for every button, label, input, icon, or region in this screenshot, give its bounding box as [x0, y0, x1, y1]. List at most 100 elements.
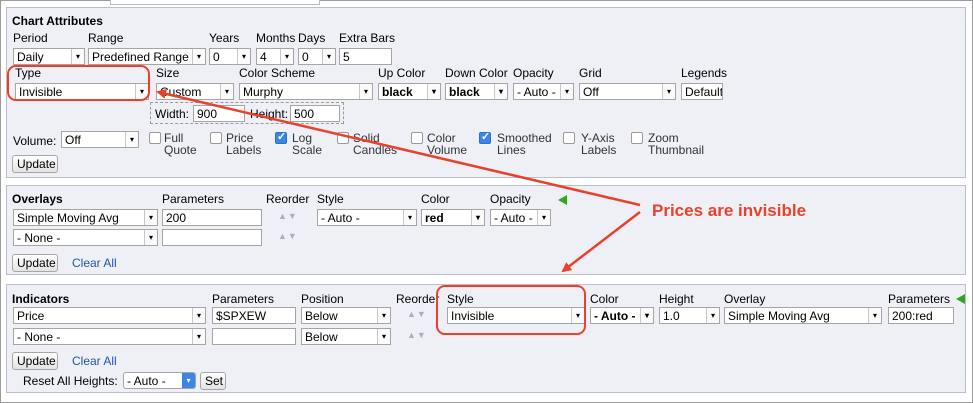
chart-attributes-panel: Chart Attributes Period Range Years Mont… [6, 7, 966, 178]
overlays-clear-all-link[interactable]: Clear All [72, 256, 117, 270]
indicator-2-position-value: Below [305, 330, 338, 344]
indicator-color-label: Color [590, 292, 619, 306]
add-indicator-icon[interactable] [956, 294, 965, 304]
indicators-clear-all-link[interactable]: Clear All [72, 354, 117, 368]
price-labels-label-2: Labels [226, 143, 262, 157]
add-overlay-icon[interactable] [558, 195, 567, 205]
volume-select[interactable]: Off ▾ [61, 131, 139, 148]
update-button[interactable]: Update [12, 155, 58, 173]
indicator-1-overlay-select[interactable]: Simple Moving Avg ▾ [724, 307, 882, 324]
legends-value: Default [685, 85, 723, 99]
opacity-value: - Auto - [517, 85, 556, 99]
height-input[interactable]: 500 [290, 105, 340, 122]
period-select[interactable]: Daily ▾ [13, 48, 85, 65]
chart-attributes-title: Chart Attributes [12, 14, 103, 28]
overlay-2-parameters-input[interactable] [162, 229, 262, 246]
chevron-down-icon: ▾ [706, 308, 719, 323]
top-input-edge [110, 0, 320, 5]
indicator-parameters-label: Parameters [212, 292, 275, 306]
width-label: Width: [155, 107, 190, 121]
opacity-select[interactable]: - Auto - ▾ [513, 83, 574, 100]
chevron-down-icon: ▾ [280, 49, 293, 64]
up-color-select[interactable]: black ▾ [378, 83, 441, 100]
smoothed-lines-label-2: Lines [497, 143, 526, 157]
chevron-down-icon: ▾ [322, 49, 335, 64]
legends-label: Legends [681, 66, 728, 80]
full-quote-checkbox[interactable] [149, 132, 161, 144]
chevron-down-icon: ▾ [144, 230, 157, 245]
indicator-1-position-value: Below [305, 309, 338, 323]
indicator-2-parameters-input[interactable] [212, 328, 296, 345]
days-select[interactable]: 0 ▾ [298, 48, 336, 65]
chevron-down-icon: ▾ [192, 329, 205, 344]
overlay-2-reorder-icon[interactable]: ▲▼ [278, 231, 298, 241]
extra-bars-input[interactable]: 5 [339, 48, 392, 65]
chevron-down-icon: ▾ [403, 210, 416, 225]
years-value: 0 [213, 50, 220, 64]
days-value: 0 [302, 50, 309, 64]
overlay-1-reorder-icon[interactable]: ▲▼ [278, 211, 298, 221]
indicator-1-parameters-input[interactable]: $SPXEW [212, 307, 296, 324]
indicator-1-reorder-icon[interactable]: ▲▼ [407, 309, 427, 319]
color-scheme-select[interactable]: Murphy ▾ [239, 83, 373, 100]
reset-heights-value: - Auto - [127, 374, 166, 388]
style-highlight-oval [436, 285, 586, 335]
y-axis-labels-checkbox[interactable] [563, 132, 575, 144]
set-button[interactable]: Set [200, 372, 226, 390]
overlay-parameters-label: Parameters [162, 192, 225, 206]
smoothed-lines-checkbox[interactable] [479, 130, 491, 144]
color-scheme-label: Color Scheme [239, 66, 316, 80]
overlay-1-select[interactable]: Simple Moving Avg ▾ [13, 209, 158, 226]
indicator-reorder-label: Reorder [396, 292, 440, 306]
zoom-thumbnail-checkbox[interactable] [631, 132, 643, 144]
overlay-1-color-select[interactable]: red ▾ [421, 209, 485, 226]
up-color-value: black [382, 85, 413, 99]
chevron-down-icon: ▾ [560, 84, 573, 99]
indicator-2-select[interactable]: - None - ▾ [13, 328, 206, 345]
solid-candles-checkbox[interactable] [337, 132, 349, 144]
grid-label: Grid [579, 66, 602, 80]
indicator-1-position-select[interactable]: Below ▾ [301, 307, 391, 324]
color-volume-checkbox[interactable] [411, 132, 423, 144]
chevron-down-icon: ▾ [237, 49, 250, 64]
years-select[interactable]: 0 ▾ [209, 48, 251, 65]
overlays-update-button[interactable]: Update [12, 254, 58, 272]
chevron-down-icon: ▾ [537, 210, 550, 225]
indicators-update-button[interactable]: Update [12, 352, 58, 370]
chevron-down-icon: ▾ [144, 210, 157, 225]
size-select[interactable]: Custom ▾ [156, 83, 234, 100]
price-labels-checkbox[interactable] [210, 132, 222, 144]
range-value: Predefined Range [92, 50, 189, 64]
color-scheme-value: Murphy [243, 85, 284, 99]
chevron-down-icon: ▾ [377, 308, 390, 323]
legends-select[interactable]: Default [681, 83, 723, 100]
overlay-1-style-select[interactable]: - Auto - ▾ [317, 209, 417, 226]
indicator-2-position-select[interactable]: Below ▾ [301, 328, 391, 345]
up-color-label: Up Color [378, 66, 426, 80]
overlay-1-opacity-select[interactable]: - Auto - ▾ [490, 209, 551, 226]
grid-select[interactable]: Off ▾ [579, 83, 676, 100]
down-color-select[interactable]: black ▾ [445, 83, 508, 100]
indicator-1-height-select[interactable]: 1.0 ▾ [659, 307, 720, 324]
indicator-1-color-select[interactable]: - Auto - ▾ [590, 307, 654, 324]
chevron-down-icon: ▾ [71, 49, 84, 64]
overlay-1-parameters-input[interactable]: 200 [162, 209, 262, 226]
log-scale-checkbox[interactable] [275, 130, 287, 144]
indicator-1-overlay-parameters-input[interactable]: 200:red [888, 307, 954, 324]
zoom-thumbnail-label-2: Thumbnail [648, 143, 705, 157]
range-select[interactable]: Predefined Range ▾ [88, 48, 206, 65]
overlay-2-select[interactable]: - None - ▾ [13, 229, 158, 246]
chevron-down-icon: ▾ [359, 84, 372, 99]
months-select[interactable]: 4 ▾ [256, 48, 294, 65]
overlay-1-opacity-value: - Auto - [494, 211, 533, 225]
indicator-1-select[interactable]: Price ▾ [13, 307, 206, 324]
reset-heights-select[interactable]: - Auto - ▾ [123, 372, 196, 389]
overlay-opacity-label: Opacity [490, 192, 531, 206]
opacity-label: Opacity [513, 66, 554, 80]
extra-bars-label: Extra Bars [339, 31, 396, 45]
indicator-2-reorder-icon[interactable]: ▲▼ [407, 330, 427, 340]
width-input[interactable]: 900 [193, 105, 245, 122]
chevron-down-icon: ▾ [868, 308, 881, 323]
indicator-position-label: Position [301, 292, 344, 306]
indicator-1-height-value: 1.0 [663, 309, 680, 323]
